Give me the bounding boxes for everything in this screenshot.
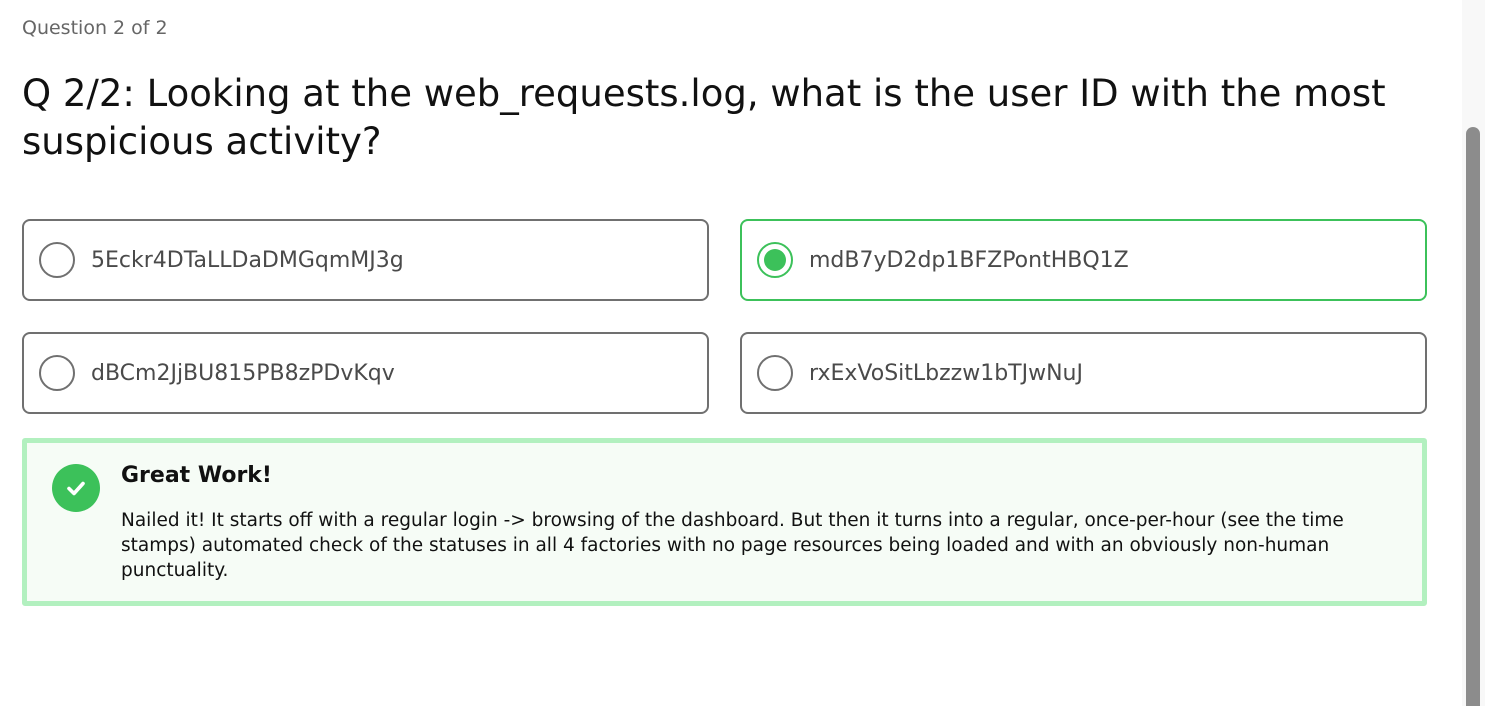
answer-option-4[interactable]: rxExVoSitLbzzw1bTJwNuJ xyxy=(740,332,1427,414)
feedback-panel: Great Work! Nailed it! It starts off wit… xyxy=(22,438,1427,606)
quiz-page: Question 2 of 2 Q 2/2: Looking at the we… xyxy=(0,0,1485,706)
answer-option-2[interactable]: mdB7yD2dp1BFZPontHBQ1Z xyxy=(740,219,1427,301)
answer-option-label: dBCm2JjBU815PB8zPDvKqv xyxy=(91,360,395,386)
answer-options: 5Eckr4DTaLLDaDMGqmMJ3g mdB7yD2dp1BFZPont… xyxy=(22,219,1427,414)
radio-button[interactable] xyxy=(39,355,75,391)
question-counter: Question 2 of 2 xyxy=(22,17,168,39)
radio-button[interactable] xyxy=(39,242,75,278)
answer-option-1[interactable]: 5Eckr4DTaLLDaDMGqmMJ3g xyxy=(22,219,709,301)
radio-button-selected[interactable] xyxy=(757,242,793,278)
answer-option-label: 5Eckr4DTaLLDaDMGqmMJ3g xyxy=(91,247,404,273)
feedback-title: Great Work! xyxy=(121,463,272,488)
scrollbar-thumb[interactable] xyxy=(1466,127,1480,706)
check-circle-icon xyxy=(52,464,100,512)
answer-option-3[interactable]: dBCm2JjBU815PB8zPDvKqv xyxy=(22,332,709,414)
question-text: Q 2/2: Looking at the web_requests.log, … xyxy=(22,72,1386,163)
radio-selected-dot xyxy=(764,249,786,271)
answer-option-label: rxExVoSitLbzzw1bTJwNuJ xyxy=(809,360,1083,386)
checkmark-icon xyxy=(67,481,85,496)
answer-option-label: mdB7yD2dp1BFZPontHBQ1Z xyxy=(809,247,1129,273)
radio-button[interactable] xyxy=(757,355,793,391)
feedback-message: Nailed it! It starts off with a regular … xyxy=(121,510,1344,581)
